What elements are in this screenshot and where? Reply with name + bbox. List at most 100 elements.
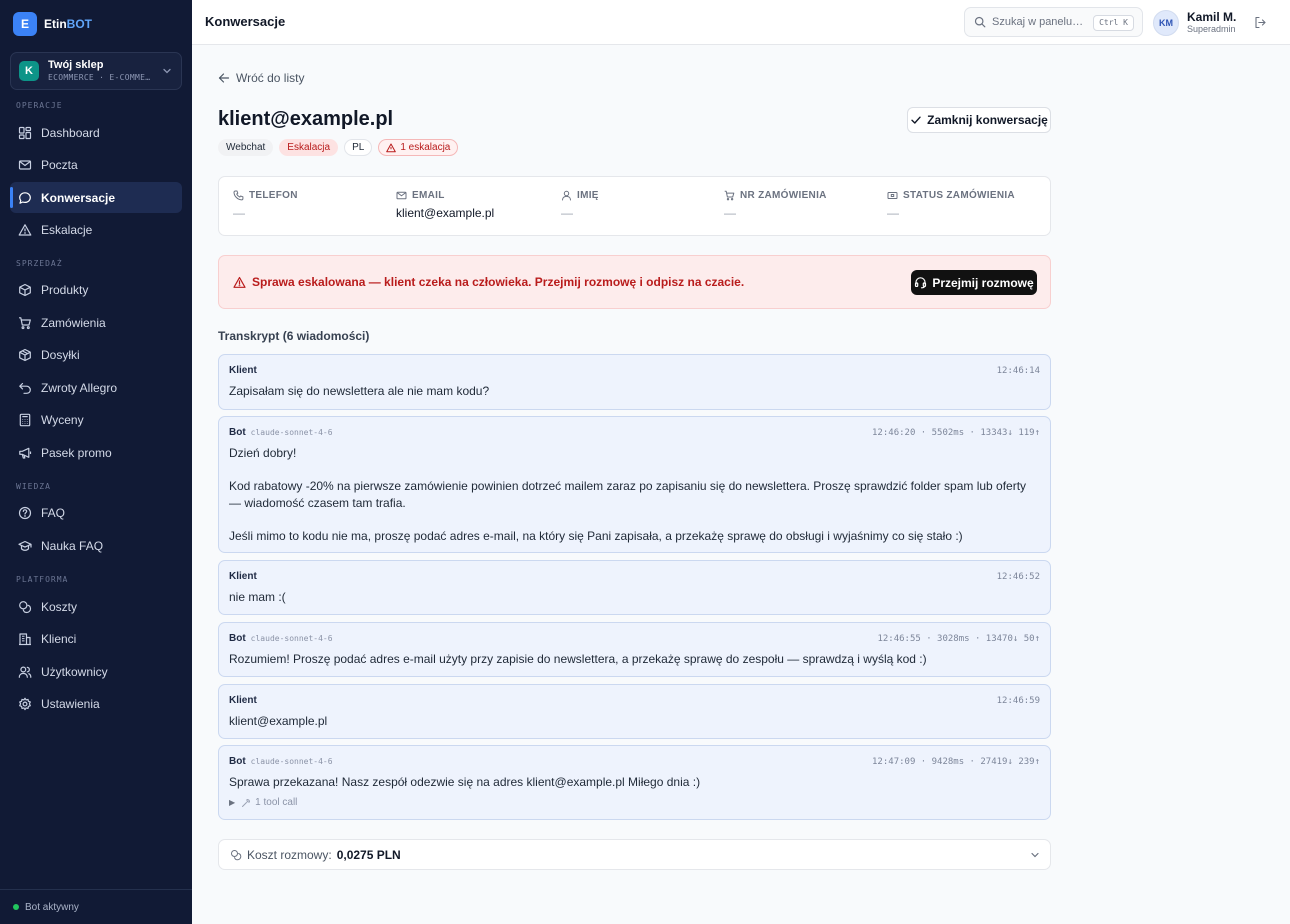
brand[interactable]: E EtinBOT — [13, 12, 92, 36]
sidebar-item-label: FAQ — [41, 505, 66, 520]
info-email: EMAIL klient@example.pl — [396, 190, 494, 220]
message-sender: Bot claude-sonnet-4-6 — [229, 756, 333, 767]
sidebar-item-costs[interactable]: Koszty — [10, 591, 182, 622]
tool-call-toggle[interactable]: ▶ 1 tool call — [229, 797, 297, 808]
channel-badge: Webchat — [218, 139, 274, 156]
sidebar-item-label: Zamówienia — [41, 315, 106, 330]
sidebar-item-quotes[interactable]: Wyceny — [10, 404, 182, 435]
conversation-tags: Webchat Eskalacja PL 1 eskalacja — [218, 139, 464, 156]
search-icon — [974, 16, 986, 28]
sidebar-item-faq[interactable]: FAQ — [10, 497, 182, 528]
message-text: Zapisałam się do newslettera ale nie mam… — [229, 384, 490, 398]
conversation-cost-row[interactable]: Koszt rozmowy: 0,0275 PLN — [218, 839, 1051, 870]
gear-icon — [19, 697, 31, 710]
message-item: Bot claude-sonnet-4-6 12:46:20 · 5502ms ·… — [218, 416, 1051, 553]
message-sender: Klient — [229, 571, 257, 582]
escalation-count-label: 1 eskalacja — [400, 142, 451, 153]
search-box[interactable]: Ctrl K — [964, 7, 1143, 37]
sidebar-item-products[interactable]: Produkty — [10, 274, 182, 305]
message-item: Bot claude-sonnet-4-6 12:46:55 · 3028ms ·… — [218, 622, 1051, 677]
message-text: Rozumiem! Proszę podać adres e-mail użyt… — [229, 652, 927, 666]
sidebar-item-clients[interactable]: Klienci — [10, 623, 182, 654]
message-item: Klient 12:46:52 nie mam :( — [218, 560, 1051, 615]
sidebar-item-conversations[interactable]: Konwersacje — [10, 182, 182, 213]
back-link-label: Wróć do listy — [236, 71, 305, 85]
megaphone-icon — [19, 447, 32, 459]
building-icon — [19, 632, 31, 645]
sidebar-item-shipments[interactable]: Dosyłki — [10, 339, 182, 370]
sidebar-item-users[interactable]: Użytkownicy — [10, 656, 182, 687]
message-text: klient@example.pl — [229, 714, 328, 728]
message-meta: 12:46:55 · 3028ms · 13470↓ 50↑ — [877, 634, 1040, 644]
brand-name: EtinBOT — [44, 17, 93, 31]
status-dot — [13, 904, 19, 910]
store-switcher[interactable]: K Twój sklep ECOMMERCE · E-COMME… — [10, 52, 182, 90]
sidebar-item-dashboard[interactable]: Dashboard — [10, 117, 182, 148]
transcript-title: Transkrypt (6 wiadomości) — [218, 329, 370, 343]
ticket-icon — [887, 192, 898, 199]
sidebar-item-label: Poczta — [41, 157, 78, 172]
avatar[interactable]: KM — [1153, 10, 1179, 36]
sidebar-item-faq-learning[interactable]: Nauka FAQ — [10, 530, 182, 561]
message-item: Klient 12:46:59 klient@example.pl — [218, 684, 1051, 739]
escalation-alert: Sprawa eskalowana — klient czeka na czło… — [218, 255, 1051, 309]
sidebar-item-label: Użytkownicy — [41, 664, 108, 679]
warning-icon — [233, 276, 246, 288]
sidebar-item-label: Koszty — [41, 599, 78, 614]
arrow-left-icon — [218, 73, 230, 83]
info-order-number-label: NR ZAMÓWIENIA — [740, 190, 827, 201]
users-icon — [18, 665, 32, 678]
search-shortcut-hint: Ctrl K — [1093, 15, 1134, 31]
info-phone-label: TELEFON — [249, 190, 298, 201]
message-time: 12:46:52 — [996, 572, 1040, 582]
mail-icon — [396, 191, 407, 200]
store-avatar: K — [19, 61, 39, 81]
info-order-status-label: STATUS ZAMÓWIENIA — [903, 190, 1015, 201]
wrench-icon — [242, 798, 251, 807]
warning-icon — [18, 223, 32, 236]
nav-section-operations: OPERACJE — [16, 101, 63, 110]
logout-icon[interactable] — [1254, 16, 1267, 29]
page-section-title: Konwersacje — [205, 14, 286, 29]
coins-icon — [19, 600, 32, 613]
close-conversation-label: Zamknij konwersację — [927, 113, 1048, 127]
info-phone-value: — — [233, 206, 245, 220]
language-badge: PL — [344, 139, 373, 156]
customer-info-card: TELEFON — EMAIL klient@example.pl IMIĘ —… — [218, 176, 1051, 236]
message-model: claude-sonnet-4-6 — [250, 757, 333, 766]
sidebar-item-label: Eskalacje — [41, 222, 93, 237]
page-title: klient@example.pl — [218, 108, 394, 130]
search-input[interactable] — [992, 16, 1088, 28]
sidebar-item-escalations[interactable]: Eskalacje — [10, 214, 182, 245]
back-to-list-link[interactable]: Wróć do listy — [218, 71, 304, 85]
info-order-number: NR ZAMÓWIENIA — — [724, 190, 827, 220]
sidebar-item-orders[interactable]: Zamówienia — [10, 307, 182, 338]
sidebar-item-promo[interactable]: Pasek promo — [10, 437, 182, 468]
info-name-label: IMIĘ — [577, 190, 599, 201]
message-sender: Klient — [229, 365, 257, 376]
help-icon — [18, 506, 32, 519]
take-over-conversation-button[interactable]: Przejmij rozmowę — [911, 270, 1037, 295]
message-sender: Bot claude-sonnet-4-6 — [229, 633, 333, 644]
sidebar-item-returns[interactable]: Zwroty Allegro — [10, 372, 182, 403]
sidebar-item-settings[interactable]: Ustawienia — [10, 688, 182, 719]
warning-icon — [386, 143, 397, 152]
message-time: 12:46:59 — [996, 696, 1040, 706]
message-model: claude-sonnet-4-6 — [250, 634, 333, 643]
chat-icon — [19, 191, 31, 204]
close-conversation-button[interactable]: Zamknij konwersację — [907, 107, 1051, 133]
chevron-down-icon — [163, 68, 171, 74]
nav-section-sales: SPRZEDAŻ — [16, 259, 63, 268]
coins-icon — [231, 849, 242, 860]
sidebar-item-mail[interactable]: Poczta — [10, 149, 182, 180]
message-item: Klient 12:46:14 Zapisałam się do newslet… — [218, 354, 1051, 410]
package-icon — [19, 348, 31, 361]
chevron-down-icon — [1031, 852, 1039, 858]
nav-section-knowledge: WIEDZA — [16, 482, 51, 491]
sidebar-item-label: Pasek promo — [41, 445, 112, 460]
sidebar-item-label: Wyceny — [41, 412, 84, 427]
cost-value: 0,0275 PLN — [336, 847, 401, 862]
bot-status-label: Bot aktywny — [25, 901, 79, 913]
message-text: Sprawa przekazana! Nasz zespół odezwie s… — [229, 775, 701, 789]
sidebar-item-label: Klienci — [41, 631, 77, 646]
